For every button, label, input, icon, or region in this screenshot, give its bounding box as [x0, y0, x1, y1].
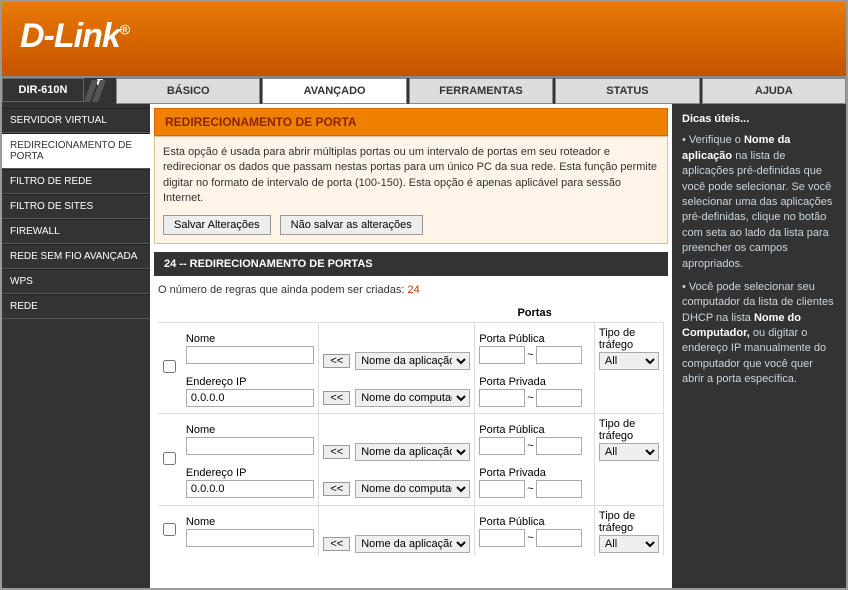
- public-port-end[interactable]: [536, 437, 582, 455]
- ip-label: Endereço IP: [186, 467, 314, 479]
- tab-ajuda[interactable]: AJUDA: [702, 78, 846, 104]
- public-port-start[interactable]: [479, 529, 525, 547]
- sidebar-item-wps[interactable]: WPS: [2, 269, 150, 294]
- rules-table: Portas Nome <: [158, 304, 664, 556]
- model-label: DIR-610N: [2, 78, 84, 102]
- assign-computer-button[interactable]: <<: [323, 482, 350, 496]
- tilde: ~: [527, 440, 533, 452]
- private-port-start[interactable]: [479, 389, 525, 407]
- enable-checkbox[interactable]: [163, 523, 176, 536]
- intro-box: Esta opção é usada para abrir múltiplas …: [154, 136, 668, 244]
- private-port-end[interactable]: [536, 480, 582, 498]
- app-select[interactable]: Nome da aplicação: [355, 352, 470, 370]
- name-label: Nome: [186, 516, 314, 528]
- section-title: REDIRECIONAMENTO DE PORTA: [154, 108, 668, 136]
- sidebar-item-servidor-virtual[interactable]: SERVIDOR VIRTUAL: [2, 108, 150, 133]
- stripes-decoration: [84, 78, 114, 104]
- assign-app-button[interactable]: <<: [323, 445, 350, 459]
- traffic-type-select[interactable]: All: [599, 535, 659, 553]
- traffic-type-label: Tipo de tráfego: [599, 327, 659, 351]
- traffic-type-label: Tipo de tráfego: [599, 418, 659, 442]
- public-port-label: Porta Pública: [479, 424, 590, 436]
- brand-logo: D-Link®: [20, 17, 129, 56]
- sidebar-item-redirecionamento-porta[interactable]: REDIRECIONAMENTO DE PORTA: [2, 133, 150, 169]
- ip-input[interactable]: [186, 389, 314, 407]
- tips-panel: Dicas úteis... • Verifique o Nome da apl…: [672, 104, 846, 588]
- assign-app-button[interactable]: <<: [323, 354, 350, 368]
- enable-checkbox[interactable]: [163, 452, 176, 465]
- intro-text: Esta opção é usada para abrir múltiplas …: [163, 146, 657, 204]
- public-port-start[interactable]: [479, 437, 525, 455]
- tab-status[interactable]: STATUS: [555, 78, 699, 104]
- traffic-type-label: Tipo de tráfego: [599, 510, 659, 534]
- name-label: Nome: [186, 333, 314, 345]
- sub-title: 24 -- REDIRECIONAMENTO DE PORTAS: [154, 252, 668, 276]
- app-select[interactable]: Nome da aplicação: [355, 443, 470, 461]
- traffic-type-select[interactable]: All: [599, 443, 659, 461]
- sidebar-item-filtro-sites[interactable]: FILTRO DE SITES: [2, 194, 150, 219]
- nav-bar: DIR-610N BÁSICO AVANÇADO FERRAMENTAS STA…: [2, 78, 846, 104]
- name-input[interactable]: [186, 437, 314, 455]
- app-select[interactable]: Nome da aplicação: [355, 535, 470, 553]
- private-port-start[interactable]: [479, 480, 525, 498]
- tilde: ~: [527, 532, 533, 544]
- tab-ferramentas[interactable]: FERRAMENTAS: [409, 78, 553, 104]
- public-port-label: Porta Pública: [479, 333, 590, 345]
- rules-remaining: O número de regras que ainda podem ser c…: [158, 284, 664, 296]
- header: D-Link®: [2, 2, 846, 78]
- assign-app-button[interactable]: <<: [323, 537, 350, 551]
- enable-checkbox[interactable]: [163, 360, 176, 373]
- cancel-button[interactable]: Não salvar as alterações: [280, 215, 423, 235]
- public-port-end[interactable]: [536, 346, 582, 364]
- private-port-label: Porta Privada: [479, 376, 590, 388]
- sidebar-item-rede-sem-fio[interactable]: REDE SEM FIO AVANÇADA: [2, 244, 150, 269]
- public-port-label: Porta Pública: [479, 516, 590, 528]
- tilde: ~: [527, 349, 533, 361]
- public-port-end[interactable]: [536, 529, 582, 547]
- name-label: Nome: [186, 424, 314, 436]
- tilde: ~: [527, 483, 533, 495]
- public-port-start[interactable]: [479, 346, 525, 364]
- assign-computer-button[interactable]: <<: [323, 391, 350, 405]
- sidebar-item-rede[interactable]: REDE: [2, 294, 150, 319]
- name-input[interactable]: [186, 529, 314, 547]
- private-port-label: Porta Privada: [479, 467, 590, 479]
- private-port-end[interactable]: [536, 389, 582, 407]
- sidebar-item-firewall[interactable]: FIREWALL: [2, 219, 150, 244]
- tab-avancado[interactable]: AVANÇADO: [262, 78, 406, 104]
- sidebar: SERVIDOR VIRTUAL REDIRECIONAMENTO DE POR…: [2, 104, 150, 588]
- ip-label: Endereço IP: [186, 376, 314, 388]
- main-panel: REDIRECIONAMENTO DE PORTA Esta opção é u…: [150, 104, 672, 588]
- tips-title: Dicas úteis...: [682, 112, 836, 127]
- computer-select[interactable]: Nome do computado: [355, 480, 470, 498]
- tilde: ~: [527, 392, 533, 404]
- sidebar-item-filtro-rede[interactable]: FILTRO DE REDE: [2, 169, 150, 194]
- name-input[interactable]: [186, 346, 314, 364]
- ip-input[interactable]: [186, 480, 314, 498]
- computer-select[interactable]: Nome do computado: [355, 389, 470, 407]
- tab-basico[interactable]: BÁSICO: [116, 78, 260, 104]
- traffic-type-select[interactable]: All: [599, 352, 659, 370]
- save-button[interactable]: Salvar Alterações: [163, 215, 271, 235]
- nav-tabs: BÁSICO AVANÇADO FERRAMENTAS STATUS AJUDA: [114, 78, 846, 104]
- ports-header: Portas: [475, 304, 595, 323]
